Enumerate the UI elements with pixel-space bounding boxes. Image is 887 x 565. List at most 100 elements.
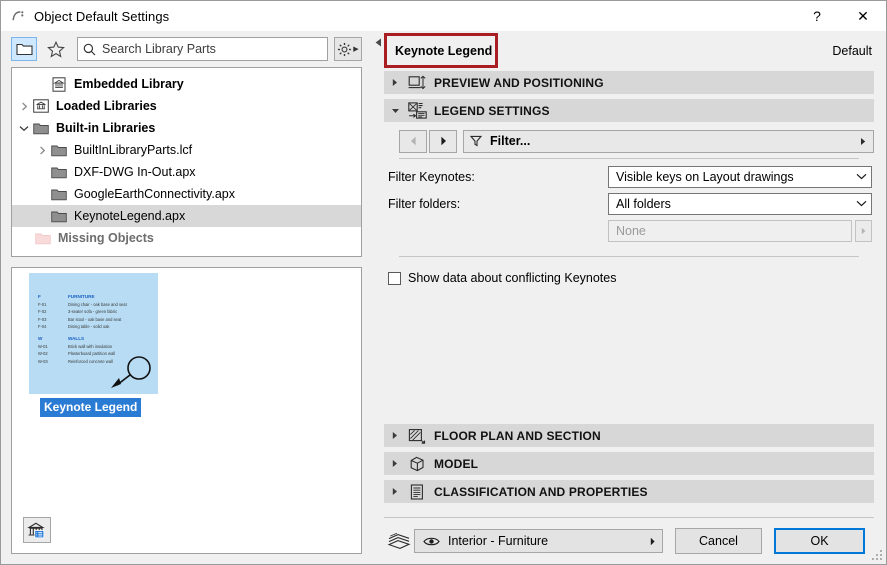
- preview-row-key: W-02: [38, 351, 48, 357]
- preview-row-text: Brick wall with insulation: [68, 343, 113, 349]
- folder-selection-field: None: [608, 219, 852, 242]
- keynote-filter-label: Filter...: [490, 134, 531, 148]
- classification-icon: [406, 483, 428, 501]
- dialog-footer: Interior - Furniture Cancel OK: [384, 508, 874, 564]
- preview-positioning-icon: [406, 74, 428, 92]
- help-button[interactable]: ?: [794, 1, 840, 31]
- keynote-legend-preview: F FURNITURE F-01 Dining chair - oak base…: [29, 273, 158, 394]
- search-box[interactable]: [77, 37, 328, 61]
- folder-view-button[interactable]: [11, 37, 37, 61]
- tree-item-embedded-library[interactable]: Embedded Library: [12, 73, 361, 95]
- folder-selection-value: None: [616, 223, 646, 238]
- folder-icon: [50, 142, 68, 158]
- layer-select[interactable]: Interior - Furniture: [414, 529, 663, 553]
- tree-item-googleearthconnectivity-apx[interactable]: GoogleEarthConnectivity.apx: [12, 183, 361, 205]
- filter-keynotes-select[interactable]: Visible keys on Layout drawings: [608, 165, 872, 188]
- tree-item-label: GoogleEarthConnectivity.apx: [74, 187, 235, 201]
- chevron-down-icon[interactable]: [16, 120, 32, 136]
- resize-grip[interactable]: [872, 550, 884, 562]
- search-input[interactable]: [102, 42, 322, 56]
- panel-spacer: [384, 285, 874, 424]
- embedded-library-icon: [50, 76, 68, 92]
- tree-item-label: DXF-DWG In-Out.apx: [74, 165, 196, 179]
- window-body: ▶ Embedded Library: [1, 31, 886, 564]
- tree-item-label: BuiltInLibraryParts.lcf: [74, 143, 193, 157]
- floor-plan-icon: [406, 427, 428, 445]
- next-keynote-button[interactable]: [429, 129, 457, 153]
- section-model[interactable]: MODEL: [384, 452, 874, 475]
- loaded-library-icon: [32, 98, 50, 114]
- chevron-down-icon: [856, 200, 867, 207]
- preview-row-key: F-03: [38, 316, 47, 322]
- filter-folders-row: Filter folders: All folders: [388, 190, 874, 217]
- layers-icon: [384, 531, 414, 551]
- preview-row-key: F: [38, 294, 41, 299]
- chevron-right-icon[interactable]: [859, 137, 867, 146]
- section-classification-and-properties[interactable]: CLASSIFICATION AND PROPERTIES: [384, 480, 874, 503]
- section-floor-plan-and-section[interactable]: FLOOR PLAN AND SECTION: [384, 424, 874, 447]
- chevron-right-icon[interactable]: [34, 142, 50, 158]
- chevron-down-icon: [384, 107, 406, 115]
- keynote-filter-field[interactable]: Filter...: [463, 129, 874, 153]
- divider: [384, 517, 874, 518]
- preview-row-key: W-01: [38, 343, 48, 349]
- settings-sections: PREVIEW AND POSITIONING LEGEND SETTINGS …: [384, 71, 874, 564]
- gear-icon: [337, 42, 352, 57]
- library-manager-icon: [27, 521, 47, 540]
- chevron-right-icon: [384, 487, 406, 496]
- section-title: LEGEND SETTINGS: [434, 103, 550, 118]
- eye-icon: [423, 536, 440, 547]
- preview-row-key: F-01: [38, 301, 47, 307]
- library-tree[interactable]: Embedded Library Loaded Libraries Built-…: [11, 67, 362, 257]
- chevron-down-icon: [856, 173, 867, 180]
- show-conflicting-keynotes-checkbox[interactable]: [388, 271, 401, 285]
- section-legend-settings[interactable]: LEGEND SETTINGS: [384, 99, 874, 122]
- filter-folders-select[interactable]: All folders: [608, 192, 872, 215]
- preview-row: W WALLS: [29, 335, 158, 343]
- ok-button[interactable]: OK: [774, 528, 865, 554]
- window-controls: ? ✕: [794, 1, 886, 31]
- preview-row-text: Dining table - solid oak: [68, 324, 110, 330]
- panel-splitter[interactable]: [372, 31, 384, 564]
- tree-item-loaded-libraries[interactable]: Loaded Libraries: [12, 95, 361, 117]
- cancel-button[interactable]: Cancel: [675, 528, 762, 554]
- folder-icon: [50, 208, 68, 224]
- hotspot-marker-icon: [111, 356, 151, 388]
- favorites-button[interactable]: [43, 37, 69, 61]
- missing-folder-icon: [34, 230, 52, 246]
- window-title: Object Default Settings: [34, 8, 170, 24]
- preview-row: F-03 Bar stool - oak base and seat: [29, 316, 158, 324]
- favorite-default-label[interactable]: Default: [832, 44, 874, 58]
- tree-item-keynotelegend-apx[interactable]: KeynoteLegend.apx: [12, 205, 361, 227]
- chevron-right-icon: ▶: [353, 46, 359, 53]
- preview-row-key: F-04: [38, 324, 47, 330]
- close-button[interactable]: ✕: [840, 1, 886, 31]
- show-conflicting-keynotes-row[interactable]: Show data about conflicting Keynotes: [388, 271, 874, 285]
- footer-controls: Interior - Furniture Cancel OK: [384, 528, 874, 554]
- preview-row-key: W-03: [38, 358, 48, 364]
- section-preview-and-positioning[interactable]: PREVIEW AND POSITIONING: [384, 71, 874, 94]
- object-preview-area: F FURNITURE F-01 Dining chair - oak base…: [11, 267, 362, 554]
- preview-row-text: Bar stool - oak base and seat: [68, 316, 122, 322]
- preview-caption: Keynote Legend: [40, 398, 142, 417]
- search-icon: [83, 43, 96, 56]
- show-conflicting-keynotes-label: Show data about conflicting Keynotes: [408, 271, 617, 285]
- section-title: CLASSIFICATION AND PROPERTIES: [434, 484, 648, 499]
- collapse-left-icon[interactable]: [374, 38, 382, 46]
- filter-keynotes-label: Filter Keynotes:: [388, 169, 475, 184]
- chevron-right-icon: [384, 459, 406, 468]
- section-title: MODEL: [434, 456, 479, 471]
- tree-item-missing-objects[interactable]: Missing Objects: [12, 227, 361, 249]
- section-title: FLOOR PLAN AND SECTION: [434, 428, 601, 443]
- tree-item-builtinlibraryparts-lcf[interactable]: BuiltInLibraryParts.lcf: [12, 139, 361, 161]
- object-name: Keynote Legend: [395, 44, 493, 58]
- chevron-right-icon[interactable]: [16, 98, 32, 114]
- library-settings-button[interactable]: ▶: [334, 37, 362, 61]
- tree-item-built-in-libraries[interactable]: Built-in Libraries: [12, 117, 361, 139]
- library-manager-button[interactable]: [23, 517, 51, 543]
- preview-row-text: FURNITURE: [68, 294, 95, 299]
- object-header: Keynote Legend Default: [384, 31, 874, 71]
- tree-item-label: Built-in Libraries: [56, 121, 156, 135]
- tree-item-dxf-dwg-in-out-apx[interactable]: DXF-DWG In-Out.apx: [12, 161, 361, 183]
- previous-keynote-button[interactable]: [399, 129, 427, 153]
